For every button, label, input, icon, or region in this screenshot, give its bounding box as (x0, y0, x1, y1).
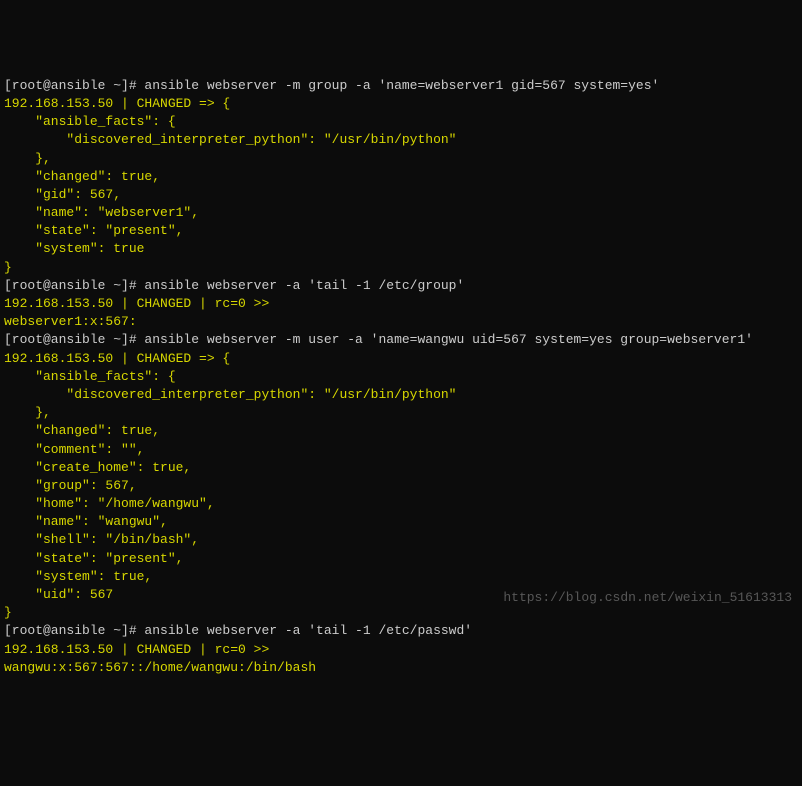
output-line: }, (4, 151, 51, 166)
output-line: "discovered_interpreter_python": "/usr/b… (4, 387, 456, 402)
output-line: "shell": "/bin/bash", (4, 532, 199, 547)
terminal-output[interactable]: [root@ansible ~]# ansible webserver -m g… (4, 77, 798, 677)
output-line: "state": "present", (4, 223, 183, 238)
output-line: "gid": 567, (4, 187, 121, 202)
output-line: webserver1:x:567: (4, 314, 137, 329)
output-line: "home": "/home/wangwu", (4, 496, 215, 511)
host-status-4: 192.168.153.50 | CHANGED | rc=0 >> (4, 642, 269, 657)
output-line: "uid": 567 (4, 587, 113, 602)
host-status-3: 192.168.153.50 | CHANGED => { (4, 351, 230, 366)
output-line: "changed": true, (4, 423, 160, 438)
output-line: "system": true, (4, 569, 152, 584)
output-line: "discovered_interpreter_python": "/usr/b… (4, 132, 456, 147)
output-line: }, (4, 405, 51, 420)
output-line: "name": "webserver1", (4, 205, 199, 220)
command-line-2: [root@ansible ~]# ansible webserver -a '… (4, 278, 464, 293)
output-line: "changed": true, (4, 169, 160, 184)
output-line: "group": 567, (4, 478, 137, 493)
output-line: "system": true (4, 241, 144, 256)
output-line: } (4, 605, 12, 620)
output-line: "state": "present", (4, 551, 183, 566)
output-line: "ansible_facts": { (4, 114, 176, 129)
host-status-2: 192.168.153.50 | CHANGED | rc=0 >> (4, 296, 269, 311)
output-line: wangwu:x:567:567::/home/wangwu:/bin/bash (4, 660, 316, 675)
watermark-text: https://blog.csdn.net/weixin_51613313 (503, 589, 792, 607)
command-line-1: [root@ansible ~]# ansible webserver -m g… (4, 78, 659, 93)
output-line: "create_home": true, (4, 460, 191, 475)
output-line: "ansible_facts": { (4, 369, 176, 384)
output-line: } (4, 260, 12, 275)
output-line: "name": "wangwu", (4, 514, 168, 529)
command-line-4: [root@ansible ~]# ansible webserver -a '… (4, 623, 472, 638)
output-line: "comment": "", (4, 442, 144, 457)
host-status-1: 192.168.153.50 | CHANGED => { (4, 96, 230, 111)
command-line-3: [root@ansible ~]# ansible webserver -m u… (4, 332, 753, 347)
